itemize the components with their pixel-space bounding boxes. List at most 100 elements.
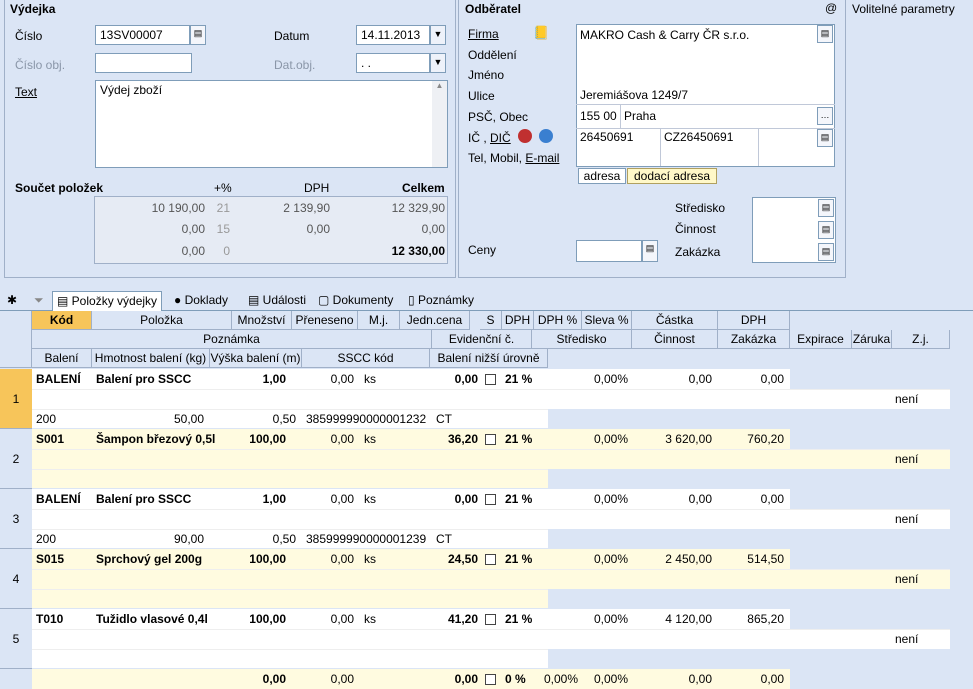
new-s-checkbox[interactable] [485, 669, 499, 689]
cell-castka[interactable]: 0,00 [632, 489, 712, 509]
header3-2[interactable]: Výška balení (m) [210, 349, 302, 368]
cell-dph[interactable]: 21 % [505, 369, 535, 389]
cell-polozka[interactable]: Šampon březový 0,5l [96, 429, 230, 449]
volitelne-parametry-label[interactable]: Volitelné parametry [852, 2, 955, 16]
cell-mnozstvi[interactable]: 100,00 [232, 609, 286, 629]
new-preneseno[interactable]: 0,00 [292, 669, 354, 689]
row-number[interactable]: 2 [0, 429, 32, 489]
header3-4[interactable]: Balení nižší úrovně [430, 349, 548, 368]
cell-dph-value[interactable]: 0,00 [718, 489, 784, 509]
address-book-icon[interactable]: 📒 [533, 25, 549, 41]
cell-castka[interactable]: 4 120,00 [632, 609, 712, 629]
cell-mnozstvi[interactable]: 100,00 [232, 429, 286, 449]
cell-mnozstvi[interactable]: 1,00 [232, 369, 286, 389]
ceny-field[interactable] [576, 240, 642, 262]
cell-mnozstvi[interactable]: 1,00 [232, 489, 286, 509]
at-icon[interactable]: @ [825, 1, 837, 15]
header-m-j-[interactable]: M.j. [358, 311, 400, 330]
header2-3[interactable]: Činnost [632, 330, 718, 349]
cell-s-checkbox[interactable] [485, 609, 499, 629]
header2-1[interactable]: Evidenční č. [432, 330, 532, 349]
ceny-picker-button[interactable]: ▤ [642, 240, 658, 262]
cell-zj[interactable]: není [895, 629, 950, 649]
cell-s-checkbox[interactable] [485, 549, 499, 569]
cell-dph[interactable]: 21 % [505, 549, 535, 569]
cell-dph[interactable]: 21 % [505, 609, 535, 629]
cell-dph-value[interactable]: 0,00 [718, 369, 784, 389]
dat-obj-dropdown-icon[interactable]: ▼ [430, 53, 446, 73]
new-dph-value[interactable]: 0,00 [718, 669, 784, 689]
tab-polozky-vydejky[interactable]: ▤ Položky výdejky [52, 291, 163, 311]
cell-zj[interactable]: není [895, 389, 950, 409]
star-icon[interactable]: ✱ [3, 291, 21, 311]
new-castka[interactable]: 0,00 [632, 669, 712, 689]
psc-value[interactable]: 155 00 [580, 109, 617, 123]
cell-polozka[interactable]: Sprchový gel 200g [96, 549, 230, 569]
cell-castka[interactable]: 3 620,00 [632, 429, 712, 449]
header-s[interactable]: S [480, 311, 502, 330]
cell-preneseno[interactable]: 0,00 [292, 489, 354, 509]
cell-sscc[interactable]: 385999990000001232 [306, 409, 430, 429]
cislo-obj-field[interactable] [95, 53, 192, 73]
header--stka[interactable]: Částka [632, 311, 718, 330]
cell-cena[interactable]: 24,50 [400, 549, 478, 569]
internet-explorer-icon[interactable] [539, 129, 553, 143]
firma-picker-button[interactable]: ▤ [817, 25, 833, 43]
new-mnozstvi[interactable]: 0,00 [232, 669, 286, 689]
tab-poznamky[interactable]: ▯ Poznámky [404, 291, 478, 311]
cell-castka[interactable]: 2 450,00 [632, 549, 712, 569]
cislo-field[interactable]: 13SV00007 [95, 25, 190, 45]
cell-baleni[interactable]: 200 [36, 529, 92, 549]
tab-dokumenty[interactable]: ▢ Dokumenty [314, 291, 397, 311]
cell-sleva[interactable]: 0,00% [582, 429, 628, 449]
header2-7[interactable]: Z.j. [892, 330, 950, 349]
cell-preneseno[interactable]: 0,00 [292, 549, 354, 569]
cell-cena[interactable]: 36,20 [400, 429, 478, 449]
cell-zj[interactable]: není [895, 449, 950, 469]
new-dph-pct[interactable]: 0,00% [534, 669, 578, 689]
cell-polozka[interactable]: Balení pro SSCC [96, 489, 230, 509]
header-dph[interactable]: DPH [718, 311, 790, 330]
cell-sleva[interactable]: 0,00% [582, 549, 628, 569]
cell-s-checkbox[interactable] [485, 429, 499, 449]
cell-mj[interactable]: ks [364, 369, 398, 389]
cell-cena[interactable]: 0,00 [400, 369, 478, 389]
tab-udalosti[interactable]: ▤ Události [244, 291, 310, 311]
cell-mj[interactable]: ks [364, 429, 398, 449]
dat-obj-field[interactable]: . . [356, 53, 430, 73]
header-dph[interactable]: DPH [502, 311, 534, 330]
cell-sleva[interactable]: 0,00% [582, 609, 628, 629]
header-dph-[interactable]: DPH % [534, 311, 582, 330]
cell-kod[interactable]: BALENÍ [36, 369, 92, 389]
cell-mj[interactable]: ks [364, 489, 398, 509]
datum-dropdown-icon[interactable]: ▼ [430, 25, 446, 45]
ulice-value[interactable]: Jeremiášova 1249/7 [580, 88, 688, 102]
cell-s-checkbox[interactable] [485, 369, 499, 389]
cell-zj[interactable]: není [895, 569, 950, 589]
cell-dph[interactable]: 21 % [505, 429, 535, 449]
cell-mnozstvi[interactable]: 100,00 [232, 549, 286, 569]
new-dph[interactable]: 0 % [505, 669, 535, 689]
cislo-picker-button[interactable]: ▤ [190, 25, 206, 45]
row-number[interactable]: 3 [0, 489, 32, 549]
cell-kod[interactable]: T010 [36, 609, 92, 629]
text-area[interactable]: Výdej zboží [95, 80, 448, 168]
cell-sleva[interactable]: 0,00% [582, 369, 628, 389]
filter-icon[interactable]: ⏷ [30, 291, 48, 311]
stredisko-picker-button[interactable]: ▤ [818, 199, 834, 217]
header-sleva-[interactable]: Sleva % [582, 311, 632, 330]
cell-kod[interactable]: S015 [36, 549, 92, 569]
text-scrollbar[interactable]: ▲ [432, 81, 447, 167]
cell-kod[interactable]: BALENÍ [36, 489, 92, 509]
header3-1[interactable]: Hmotnost balení (kg) [92, 349, 210, 368]
header2-5[interactable]: Expirace [790, 330, 852, 349]
cell-preneseno[interactable]: 0,00 [292, 429, 354, 449]
dic-value[interactable]: CZ26450691 [664, 130, 733, 144]
cell-dph-value[interactable]: 760,20 [718, 429, 784, 449]
new-cena[interactable]: 0,00 [400, 669, 478, 689]
cell-hmotnost[interactable]: 90,00 [92, 529, 204, 549]
cell-s-checkbox[interactable] [485, 489, 499, 509]
firma-label[interactable]: Firma [468, 27, 499, 41]
header-k-d[interactable]: Kód [32, 311, 92, 330]
row-number[interactable]: 4 [0, 549, 32, 609]
